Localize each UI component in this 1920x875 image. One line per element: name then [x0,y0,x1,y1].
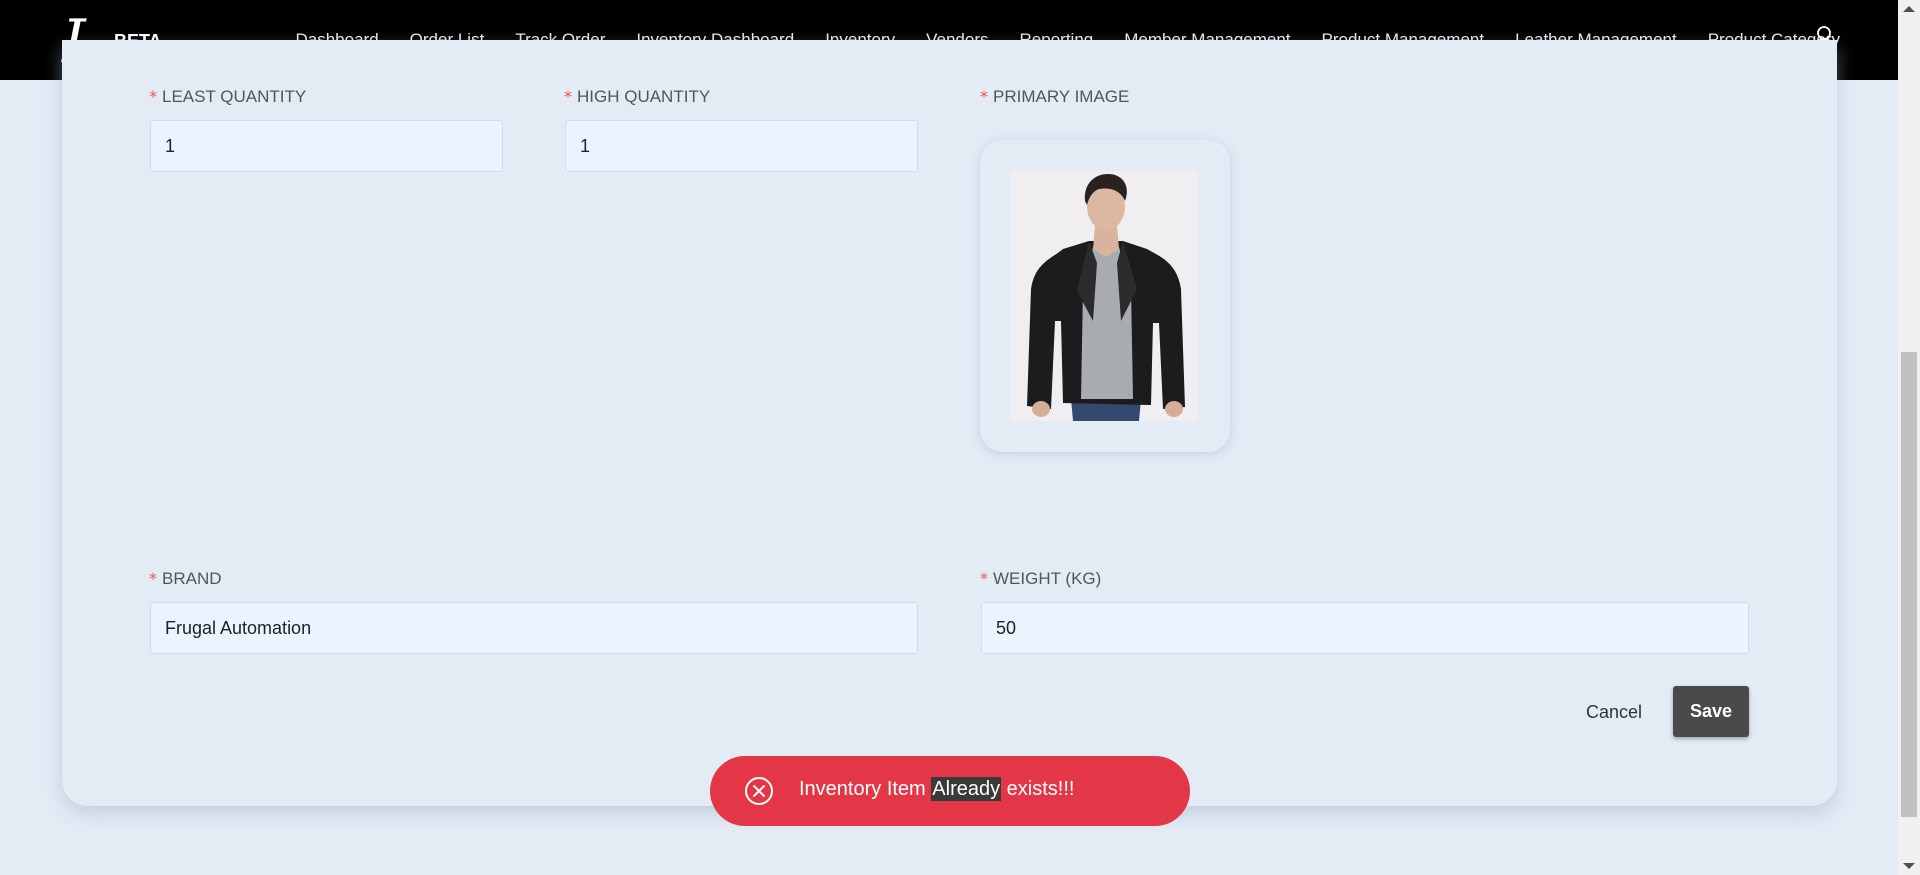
brand-label-text: BRAND [162,569,222,588]
scroll-up-arrow-icon[interactable] [1903,6,1915,12]
page-scrollbar[interactable] [1898,0,1920,875]
required-mark: * [564,87,572,106]
save-button[interactable]: Save [1673,686,1749,737]
least-quantity-value: 1 [165,135,176,156]
weight-input[interactable]: 50 [981,602,1749,654]
high-quantity-label-text: HIGH QUANTITY [577,87,711,106]
required-mark: * [149,87,157,106]
least-quantity-label: * LEAST QUANTITY [149,87,306,107]
brand-label: * BRAND [149,569,222,589]
high-quantity-label: * HIGH QUANTITY [564,87,710,107]
primary-image-label-text: PRIMARY IMAGE [993,87,1130,106]
toast-text-highlight: Already [931,777,1002,801]
required-mark: * [980,569,988,588]
required-mark: * [980,87,988,106]
product-image [1011,171,1198,421]
jacket-model-photo [1011,171,1198,421]
required-mark: * [149,569,157,588]
high-quantity-value: 1 [580,135,591,156]
toast-text-before: Inventory Item [799,778,932,800]
brand-value: Frugal Automation [165,617,312,638]
cancel-button[interactable]: Cancel [1568,687,1660,737]
brand-input[interactable]: Frugal Automation [150,602,918,654]
primary-image-tile[interactable] [980,140,1230,452]
weight-value: 50 [996,617,1017,638]
weight-label: * WEIGHT (KG) [980,569,1101,589]
least-quantity-input[interactable]: 1 [150,120,503,172]
error-toast: Inventory Item Already exists!!! [710,756,1190,826]
close-circle-icon[interactable] [744,776,774,806]
toast-text-after: exists!!! [1001,778,1075,800]
high-quantity-input[interactable]: 1 [565,120,918,172]
toast-message: Inventory Item Already exists!!! [799,777,1075,801]
scroll-thumb[interactable] [1901,352,1917,817]
primary-image-label: * PRIMARY IMAGE [980,87,1129,107]
scroll-down-arrow-icon[interactable] [1903,863,1915,869]
weight-label-text: WEIGHT (KG) [993,569,1102,588]
least-quantity-label-text: LEAST QUANTITY [162,87,307,106]
